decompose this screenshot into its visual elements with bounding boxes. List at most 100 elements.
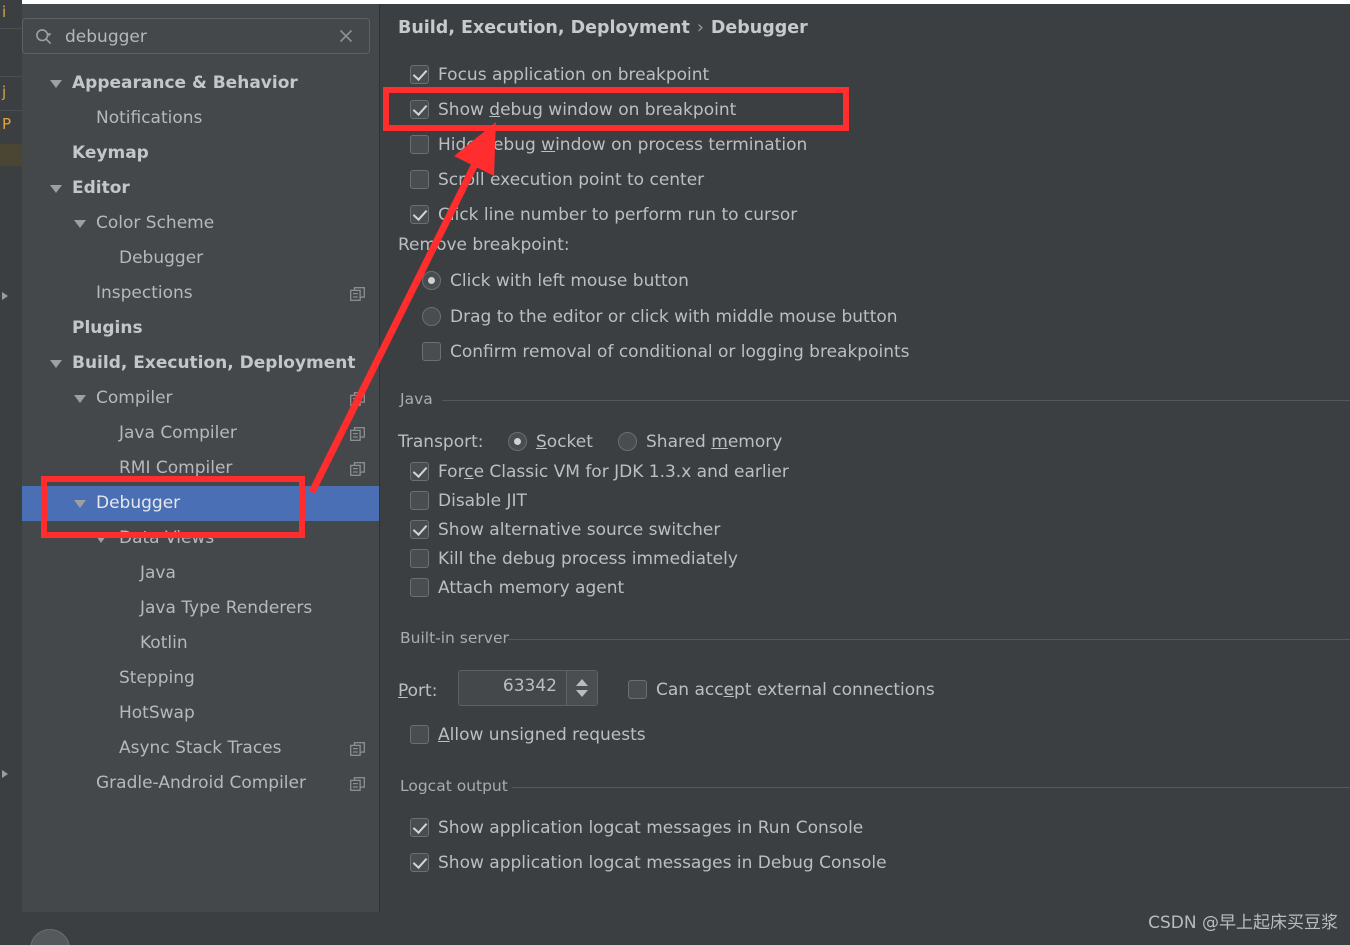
sidebar-item-label: Appearance & Behavior bbox=[72, 73, 298, 93]
section-header-builtin-server: Built-in server bbox=[400, 629, 1350, 649]
checkbox-unchecked-icon[interactable] bbox=[422, 342, 441, 361]
breadcrumb-parent[interactable]: Build, Execution, Deployment bbox=[398, 18, 690, 38]
stepper-down-icon[interactable] bbox=[576, 690, 588, 697]
checkbox-unchecked-icon[interactable] bbox=[410, 725, 429, 744]
chevron-down-icon[interactable] bbox=[74, 220, 86, 228]
sidebar-item-editor[interactable]: Editor bbox=[22, 171, 379, 206]
radio-selected-icon[interactable] bbox=[422, 271, 441, 290]
checkbox-label: Disable JIT bbox=[438, 491, 527, 511]
sidebar-item-label: Stepping bbox=[119, 668, 195, 688]
sidebar-item-gradle-android-compiler[interactable]: Gradle-Android Compiler bbox=[22, 766, 379, 801]
sidebar-item-build-execution-deployment[interactable]: Build, Execution, Deployment bbox=[22, 346, 379, 381]
sidebar-item-label: Compiler bbox=[96, 388, 173, 408]
radio-label: Socket bbox=[536, 432, 593, 452]
breadcrumb: Build, Execution, Deployment › Debugger bbox=[398, 18, 808, 38]
checkbox-checked-icon[interactable] bbox=[410, 818, 429, 837]
radio-unselected-icon[interactable] bbox=[618, 432, 637, 451]
copy-settings-icon[interactable] bbox=[350, 742, 365, 756]
sidebar-item-inspections[interactable]: Inspections bbox=[22, 276, 379, 311]
sidebar-item-appearance-behavior[interactable]: Appearance & Behavior bbox=[22, 66, 379, 101]
sidebar-item-notifications[interactable]: Notifications bbox=[22, 101, 379, 136]
chevron-down-icon[interactable] bbox=[50, 185, 62, 193]
sidebar-item-label: Debugger bbox=[96, 493, 181, 513]
checkbox-label: Force Classic VM for JDK 1.3.x and earli… bbox=[438, 462, 789, 482]
sidebar-item-color-scheme[interactable]: Color Scheme bbox=[22, 206, 379, 241]
checkbox-label: Focus application on breakpoint bbox=[438, 65, 710, 85]
checkbox-unchecked-icon[interactable] bbox=[410, 578, 429, 597]
checkbox-unchecked-icon[interactable] bbox=[410, 170, 429, 189]
sidebar-item-keymap[interactable]: Keymap bbox=[22, 136, 379, 171]
sidebar-item-label: Inspections bbox=[96, 283, 193, 303]
remove-breakpoint-label: Remove breakpoint: bbox=[398, 235, 570, 255]
sidebar-item-java-type-renderers[interactable]: Java Type Renderers bbox=[22, 591, 379, 626]
search-input-value: debugger bbox=[65, 27, 147, 47]
checkbox-label: Kill the debug process immediately bbox=[438, 549, 738, 569]
checkbox-checked-icon[interactable] bbox=[410, 462, 429, 481]
sidebar-item-stepping[interactable]: Stepping bbox=[22, 661, 379, 696]
search-icon bbox=[36, 29, 52, 45]
chevron-down-icon[interactable] bbox=[50, 360, 62, 368]
copy-settings-icon[interactable] bbox=[350, 462, 365, 476]
copy-settings-icon[interactable] bbox=[350, 427, 365, 441]
sidebar-item-label: Java Type Renderers bbox=[140, 598, 313, 618]
section-title: Logcat output bbox=[400, 777, 516, 795]
checkbox-unchecked-icon[interactable] bbox=[410, 491, 429, 510]
copy-settings-icon[interactable] bbox=[350, 392, 365, 406]
checkbox-checked-icon[interactable] bbox=[410, 853, 429, 872]
settings-tree[interactable]: Appearance & Behavior Notifications Keymap… bbox=[22, 66, 379, 801]
sidebar-item-data-views[interactable]: Data Views bbox=[22, 521, 379, 556]
copy-settings-icon[interactable] bbox=[350, 287, 365, 301]
sidebar-item-hotswap[interactable]: HotSwap bbox=[22, 696, 379, 731]
breadcrumb-separator: › bbox=[696, 18, 704, 38]
chevron-down-icon[interactable] bbox=[74, 500, 86, 508]
chevron-down-icon[interactable] bbox=[96, 536, 106, 543]
sidebar-item-plugins[interactable]: Plugins bbox=[22, 311, 379, 346]
port-stepper[interactable]: 63342 bbox=[458, 670, 598, 706]
checkbox-unchecked-icon[interactable] bbox=[410, 549, 429, 568]
sidebar-item-debugger[interactable]: Debugger bbox=[22, 241, 379, 276]
checkbox-checked-icon[interactable] bbox=[410, 205, 429, 224]
sidebar-item-java[interactable]: Java bbox=[22, 556, 379, 591]
checkbox-unchecked-icon[interactable] bbox=[410, 135, 429, 154]
search-input[interactable]: debugger bbox=[22, 18, 370, 54]
sidebar-item-label: HotSwap bbox=[119, 703, 195, 723]
radio-label: Shared memory bbox=[646, 432, 783, 452]
settings-tree-pane: debugger Appearance & Behavior Notificati… bbox=[22, 4, 379, 912]
breadcrumb-current: Debugger bbox=[710, 18, 808, 38]
sidebar-item-label: Debugger bbox=[119, 248, 204, 268]
checkbox-checked-icon[interactable] bbox=[410, 520, 429, 539]
sidebar-item-label: Async Stack Traces bbox=[119, 738, 282, 758]
checkbox-checked-icon[interactable] bbox=[410, 100, 429, 119]
section-header-logcat-output: Logcat output bbox=[400, 777, 1350, 797]
sidebar-item-label: Editor bbox=[72, 178, 130, 198]
checkbox-label: Scroll execution point to center bbox=[438, 170, 705, 190]
checkbox-label: Can accept external connections bbox=[656, 680, 935, 700]
sidebar-item-debugger[interactable]: Debugger bbox=[22, 486, 379, 521]
sidebar-item-label: Gradle-Android Compiler bbox=[96, 773, 306, 793]
sidebar-item-label: Java bbox=[140, 563, 176, 583]
section-title: Java bbox=[400, 390, 441, 408]
ide-fragment-1: j bbox=[2, 83, 7, 101]
transport-label: Transport: bbox=[398, 432, 484, 452]
port-stepper-buttons[interactable] bbox=[566, 671, 597, 705]
checkbox-checked-icon[interactable] bbox=[410, 65, 429, 84]
radio-unselected-icon[interactable] bbox=[422, 307, 441, 326]
radio-selected-icon[interactable] bbox=[508, 432, 527, 451]
sidebar-item-async-stack-traces[interactable]: Async Stack Traces bbox=[22, 731, 379, 766]
ide-background-strip: i j P bbox=[0, 0, 22, 945]
close-icon[interactable] bbox=[337, 27, 355, 45]
stepper-up-icon[interactable] bbox=[576, 679, 588, 686]
chevron-down-icon[interactable] bbox=[50, 80, 62, 88]
sidebar-item-label: Keymap bbox=[72, 143, 149, 163]
checkbox-label: Show alternative source switcher bbox=[438, 520, 721, 540]
copy-settings-icon[interactable] bbox=[350, 777, 365, 791]
sidebar-item-label: Color Scheme bbox=[96, 213, 215, 233]
checkbox-label: Show application logcat messages in Run … bbox=[438, 818, 864, 838]
sidebar-item-kotlin[interactable]: Kotlin bbox=[22, 626, 379, 661]
sidebar-item-java-compiler[interactable]: Java Compiler bbox=[22, 416, 379, 451]
checkbox-unchecked-icon[interactable] bbox=[628, 680, 647, 699]
preferences-dialog: debugger Appearance & Behavior Notificati… bbox=[22, 0, 1350, 945]
sidebar-item-compiler[interactable]: Compiler bbox=[22, 381, 379, 416]
chevron-down-icon[interactable] bbox=[74, 395, 86, 403]
sidebar-item-rmi-compiler[interactable]: RMI Compiler bbox=[22, 451, 379, 486]
